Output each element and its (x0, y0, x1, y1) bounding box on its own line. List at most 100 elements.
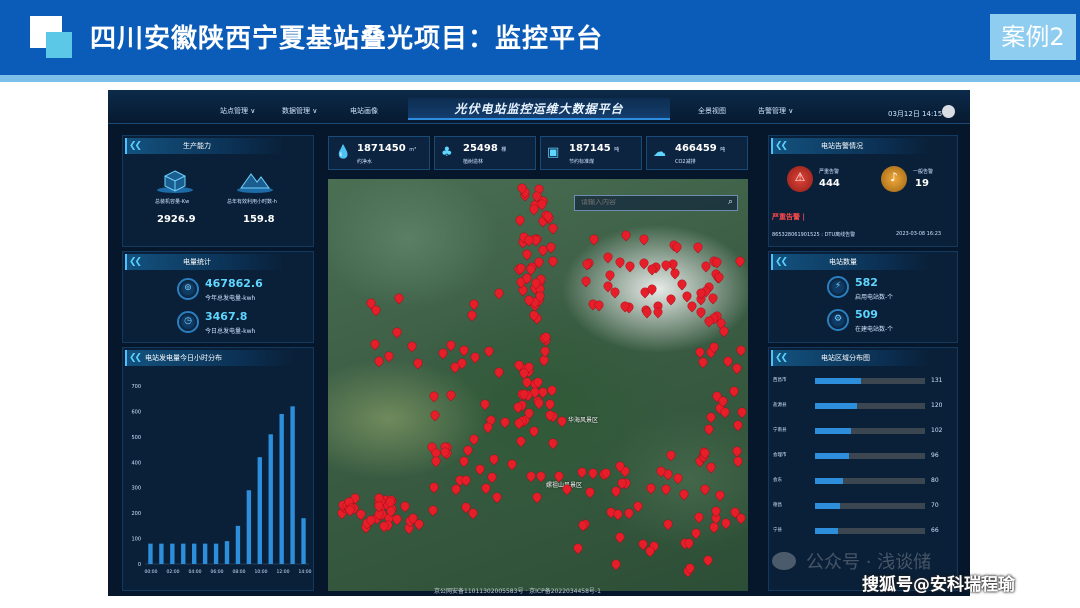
station-pin[interactable] (547, 437, 560, 449)
station-pin[interactable] (660, 482, 673, 495)
station-pin[interactable] (708, 521, 720, 533)
search-icon[interactable]: ⌕ (728, 197, 733, 207)
station-pin[interactable] (499, 415, 511, 428)
station-pin[interactable] (652, 306, 664, 318)
station-pin[interactable] (676, 278, 689, 290)
station-pin[interactable] (468, 298, 480, 310)
station-pin[interactable] (632, 500, 644, 512)
station-pin[interactable] (430, 455, 442, 467)
station-pin[interactable] (506, 458, 518, 470)
station-pin[interactable] (705, 411, 717, 423)
station-pin[interactable] (546, 383, 559, 396)
station-pin[interactable] (474, 463, 486, 475)
station-pin[interactable] (665, 293, 677, 306)
station-pin[interactable] (488, 453, 500, 465)
station-pin[interactable] (702, 423, 715, 435)
station-pin[interactable] (483, 345, 495, 357)
station-pin[interactable] (514, 214, 526, 226)
station-pin[interactable] (736, 406, 748, 418)
station-pin[interactable] (699, 483, 711, 496)
map-search-input[interactable] (581, 199, 711, 206)
station-map[interactable]: ⌕ 华海风景区 嫘祖山风景区 (328, 179, 748, 591)
station-pin[interactable] (730, 445, 743, 457)
station-pin[interactable] (681, 289, 693, 302)
station-pin[interactable] (613, 256, 626, 268)
station-pin[interactable] (426, 504, 439, 517)
station-pin[interactable] (383, 350, 395, 362)
station-pin[interactable] (436, 347, 449, 359)
station-pin[interactable] (527, 425, 540, 438)
station-pin[interactable] (544, 398, 556, 410)
station-pin[interactable] (692, 241, 704, 253)
station-pin[interactable] (486, 471, 498, 483)
nav-panorama[interactable]: 全景视图 (698, 106, 726, 116)
station-pin[interactable] (411, 357, 424, 369)
station-pin[interactable] (480, 482, 492, 494)
station-pin[interactable] (622, 507, 635, 519)
station-pin[interactable] (701, 554, 714, 566)
station-pin[interactable] (576, 466, 588, 479)
station-pin[interactable] (373, 354, 385, 367)
station-pin[interactable] (530, 491, 543, 503)
station-pin[interactable] (584, 486, 596, 498)
station-pin[interactable] (727, 385, 740, 397)
station-pin[interactable] (461, 444, 474, 456)
station-pin[interactable] (614, 531, 626, 544)
station-pin[interactable] (428, 481, 440, 493)
station-pin[interactable] (733, 255, 746, 267)
station-pin[interactable] (697, 356, 709, 368)
station-pin[interactable] (732, 419, 744, 431)
station-pin[interactable] (644, 482, 657, 495)
avatar[interactable] (942, 105, 955, 118)
station-pin[interactable] (731, 362, 743, 375)
station-pin[interactable] (398, 500, 411, 512)
station-pin[interactable] (556, 414, 568, 427)
station-pin[interactable] (693, 345, 706, 358)
station-pin[interactable] (391, 325, 403, 338)
station-pin[interactable] (721, 354, 734, 367)
station-pin[interactable] (468, 433, 480, 446)
station-pin[interactable] (587, 232, 600, 245)
station-pin[interactable] (662, 518, 674, 531)
nav-station-profile[interactable]: 电站画像 (350, 106, 378, 116)
station-pin[interactable] (369, 338, 382, 350)
station-pin[interactable] (458, 455, 470, 467)
station-pin[interactable] (547, 255, 560, 267)
station-pin[interactable] (457, 343, 470, 356)
station-pin[interactable] (609, 558, 622, 570)
station-pin[interactable] (669, 267, 681, 279)
station-pin[interactable] (664, 449, 677, 461)
station-pin[interactable] (624, 260, 636, 273)
station-pin[interactable] (604, 269, 616, 281)
station-pin[interactable] (538, 344, 551, 357)
station-pin[interactable] (469, 351, 481, 363)
station-pin[interactable] (493, 366, 505, 378)
station-pin[interactable] (572, 541, 584, 554)
station-pin[interactable] (445, 388, 457, 401)
station-pin[interactable] (537, 386, 549, 398)
station-pin[interactable] (689, 527, 702, 539)
station-pin[interactable] (720, 517, 733, 529)
station-pin[interactable] (515, 434, 527, 447)
station-pin[interactable] (580, 275, 592, 287)
station-pin[interactable] (705, 461, 717, 473)
station-pin[interactable] (393, 291, 405, 304)
station-pin[interactable] (479, 398, 491, 410)
station-pin[interactable] (735, 343, 748, 356)
station-pin[interactable] (693, 511, 706, 523)
station-pin[interactable] (620, 229, 632, 241)
station-pin[interactable] (641, 306, 654, 318)
station-pin[interactable] (428, 409, 441, 421)
nav-alarm-management[interactable]: 告警管理 ∨ (758, 106, 793, 116)
station-pin[interactable] (445, 339, 457, 352)
station-pin[interactable] (547, 222, 560, 235)
station-pin[interactable] (490, 491, 503, 503)
station-pin[interactable] (466, 309, 478, 321)
station-pin[interactable] (637, 233, 650, 245)
station-pin[interactable] (406, 340, 418, 352)
nav-data-management[interactable]: 数据管理 ∨ (282, 106, 317, 116)
station-pin[interactable] (493, 287, 505, 300)
station-pin[interactable] (695, 306, 707, 318)
station-pin[interactable] (732, 455, 744, 467)
station-pin[interactable] (428, 390, 440, 402)
